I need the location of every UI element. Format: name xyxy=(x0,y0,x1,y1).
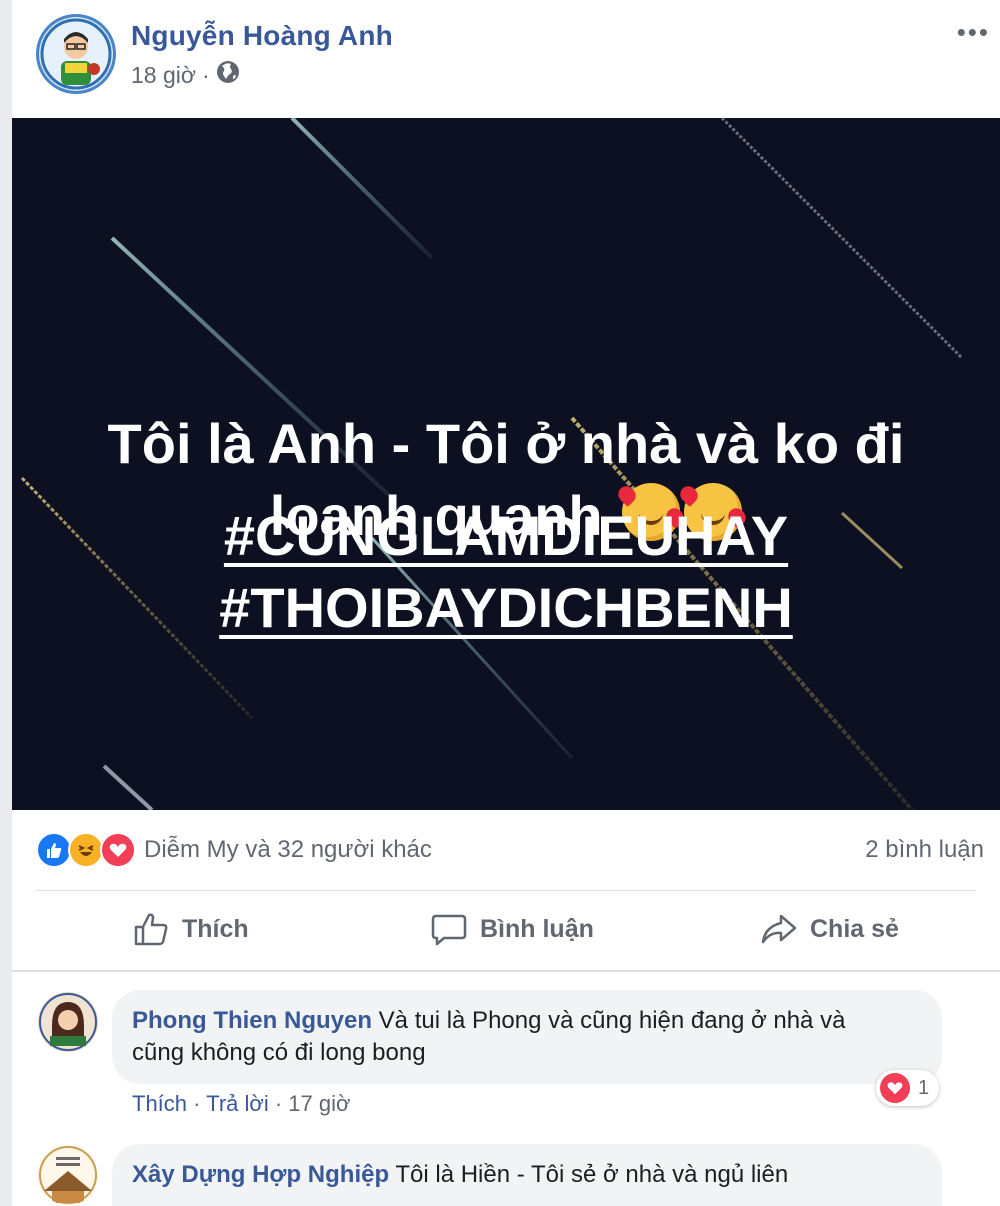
commenter-name[interactable]: Xây Dựng Hợp Nghiệp xyxy=(132,1161,389,1188)
share-button[interactable]: Chia sẻ xyxy=(760,910,899,948)
meta-separator: · xyxy=(201,61,210,88)
comment-icon xyxy=(431,914,467,946)
divider xyxy=(36,890,976,891)
like-button[interactable]: Thích xyxy=(132,910,249,948)
post-card: Nguyễn Hoàng Anh 18 giờ · ••• Tôi là Anh… xyxy=(12,0,1000,1206)
comment-bubble: Phong Thien Nguyen Và tui là Phong và cũ… xyxy=(112,990,942,1084)
reaction-names[interactable]: Diễm My và 32 người khác xyxy=(144,836,432,864)
reaction-summary[interactable]: Diễm My và 32 người khác xyxy=(36,832,432,868)
comment-bubble: Xây Dựng Hợp Nghiệp Tôi là Hiền - Tôi sẻ… xyxy=(112,1144,942,1206)
like-icon xyxy=(36,832,72,868)
hashtag-cunglamdieuhay[interactable]: #CUNGLAMDIEUHAY xyxy=(12,503,1000,568)
share-icon xyxy=(761,914,797,944)
comment-separator: · xyxy=(274,1091,283,1116)
author-avatar[interactable] xyxy=(36,14,116,94)
commenter-avatar[interactable] xyxy=(36,1143,100,1206)
comment-reaction-count[interactable]: 1 xyxy=(876,1070,940,1106)
divider xyxy=(12,970,1000,972)
love-icon xyxy=(100,832,136,868)
comment-separator: · xyxy=(193,1091,201,1116)
comment-time[interactable]: 17 giờ xyxy=(288,1091,350,1116)
post-time[interactable]: 18 giờ xyxy=(131,62,196,89)
hashtag-thoibaydichbenh[interactable]: #THOIBAYDICHBENH xyxy=(12,575,1000,640)
comment-reaction-number: 1 xyxy=(918,1076,930,1099)
commenter-avatar[interactable] xyxy=(36,990,100,1054)
share-label: Chia sẻ xyxy=(810,914,899,943)
comment-text-line-1: Và tui là Phong và cũng hiện đang ở nhà … xyxy=(378,1007,846,1034)
comment-text-line-1: Tôi là Hiền - Tôi sẻ ở nhà và ngủ liên xyxy=(395,1161,789,1188)
post-text-line-1: Tôi là Anh - Tôi ở nhà và ko đi xyxy=(107,412,905,475)
thumbs-up-icon xyxy=(134,913,168,946)
post-image[interactable]: Tôi là Anh - Tôi ở nhà và ko đi loanh qu… xyxy=(12,118,1000,810)
post-meta: 18 giờ · xyxy=(131,60,240,90)
comment-count[interactable]: 2 bình luận xyxy=(865,836,984,864)
comment-text-line-2: cũng không có đi long bong xyxy=(132,1039,426,1066)
author-name[interactable]: Nguyễn Hoàng Anh xyxy=(131,20,393,52)
haha-icon xyxy=(68,832,104,868)
comment-label: Bình luận xyxy=(480,914,594,943)
commenter-name[interactable]: Phong Thien Nguyen xyxy=(132,1007,372,1034)
comment-button[interactable]: Bình luận xyxy=(430,910,594,948)
more-options-button[interactable]: ••• xyxy=(957,19,990,45)
like-label: Thích xyxy=(182,914,249,943)
post-actions: Thích Bình luận Chia sẻ xyxy=(12,896,1000,968)
globe-icon xyxy=(216,60,240,90)
love-icon xyxy=(880,1073,910,1103)
comment-like-link[interactable]: Thích xyxy=(132,1091,187,1116)
comment-actions: Thích · Trả lời · 17 giờ xyxy=(132,1091,350,1117)
comment-reply-link[interactable]: Trả lời xyxy=(206,1091,269,1116)
